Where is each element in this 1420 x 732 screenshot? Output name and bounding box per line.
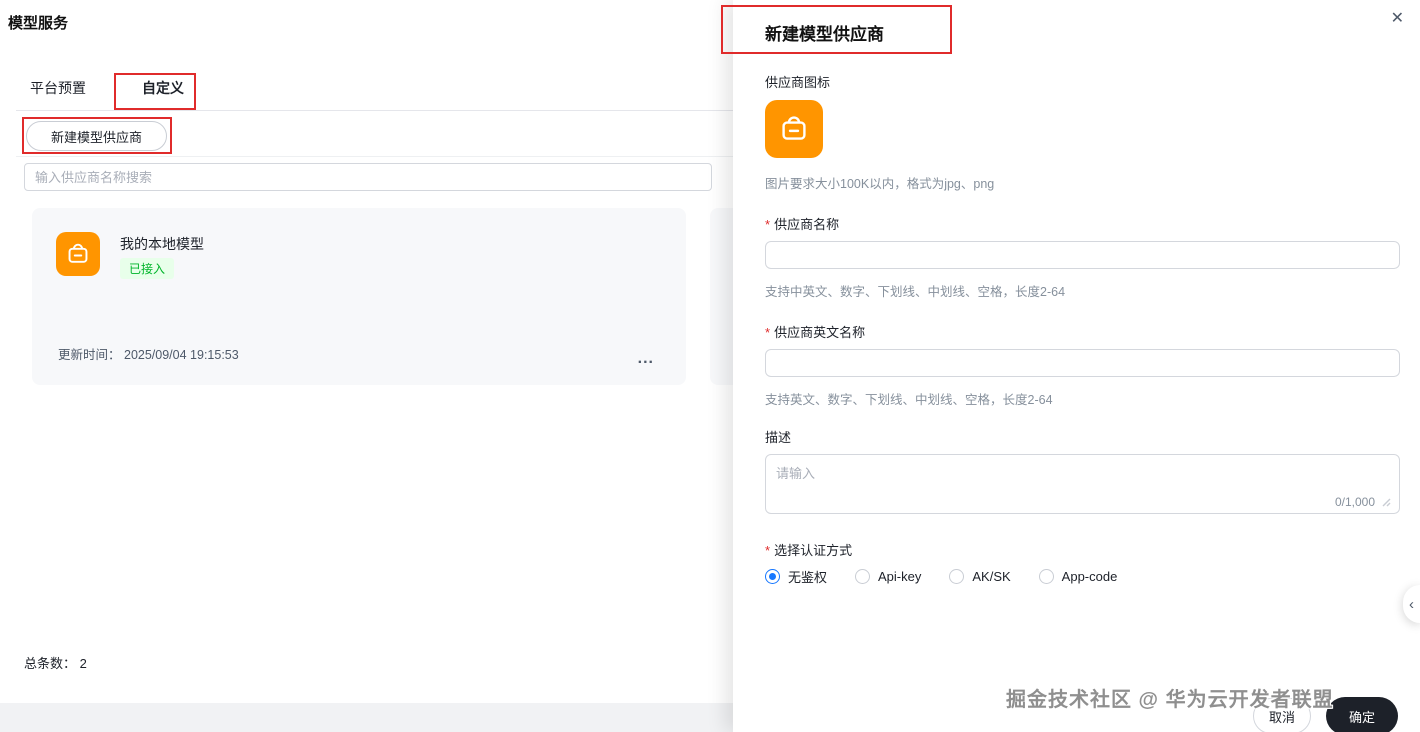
radio-circle-icon (855, 569, 871, 584)
search-input[interactable] (24, 163, 712, 191)
radio-ak-sk[interactable]: AK/SK (949, 569, 1011, 584)
radio-app-code[interactable]: App-code (1038, 569, 1118, 584)
radio-circle-icon (949, 569, 965, 584)
status-badge: 已接入 (120, 258, 175, 279)
radio-circle-icon (1038, 569, 1054, 584)
resize-handle-icon[interactable] (1381, 497, 1391, 507)
chevron-left-icon: ‹ (1409, 595, 1414, 613)
robot-box-icon (782, 116, 806, 140)
create-provider-drawer: 新建模型供应商 ✕ 供应商图标 图片要求大小100K以内，格式为jpg、png … (733, 0, 1420, 732)
char-counter: 0/1,000 (1334, 495, 1375, 509)
radio-circle-icon (765, 569, 780, 584)
confirm-button[interactable]: 确定 (1326, 697, 1398, 732)
provider-icon (56, 232, 100, 276)
tab-custom[interactable]: 自定义 (142, 78, 184, 112)
radio-label: App-code (1061, 569, 1118, 584)
radio-label: AK/SK (972, 569, 1011, 584)
auth-radio-group: 无鉴权 Api-key AK/SK App-code (765, 567, 1117, 586)
provider-card[interactable]: 我的本地模型 已接入 更新时间： 2025/09/04 19:15:53 ... (32, 208, 686, 385)
create-provider-button[interactable]: 新建模型供应商 (26, 121, 167, 151)
close-icon[interactable]: ✕ (1391, 11, 1404, 27)
page-title: 模型服务 (8, 15, 69, 32)
en-name-field-hint: 支持英文、数字、下划线、中划线、空格，长度2-64 (765, 393, 1053, 407)
total-count: 总条数： 2 (24, 653, 87, 672)
auth-field-label: * 选择认证方式 (765, 540, 852, 559)
icon-section-label: 供应商图标 (765, 75, 831, 90)
watermark: 掘金技术社区 @ 华为云开发者联盟 (1006, 689, 1334, 711)
auth-label-text: 选择认证方式 (774, 543, 853, 558)
tab-platform-preset[interactable]: 平台预置 (30, 78, 86, 112)
radio-api-key[interactable]: Api-key (855, 569, 921, 584)
provider-en-name-input[interactable] (765, 349, 1400, 377)
more-actions-icon[interactable]: ... (638, 351, 654, 367)
toolbar-divider (16, 156, 733, 157)
required-mark: * (765, 217, 771, 232)
updated-label: 更新时间： (58, 348, 121, 362)
description-box: 0/1,000 (765, 454, 1400, 514)
tab-bar: 平台预置 自定义 (30, 78, 184, 112)
name-field-hint: 支持中英文、数字、下划线、中划线、空格，长度2-64 (765, 285, 1066, 299)
radio-no-auth[interactable]: 无鉴权 (765, 567, 827, 586)
required-mark: * (765, 325, 771, 340)
en-name-label-text: 供应商英文名称 (774, 325, 866, 340)
screen: 模型服务 平台预置 自定义 新建模型供应商 我的本地模型 已接入 更新时间： 2… (0, 0, 1420, 732)
description-label: 描述 (765, 430, 792, 445)
robot-box-icon (68, 243, 88, 263)
icon-hint: 图片要求大小100K以内，格式为jpg、png (765, 177, 995, 191)
total-label: 总条数： (24, 656, 77, 671)
description-textarea[interactable] (766, 455, 1399, 491)
name-label-text: 供应商名称 (774, 217, 840, 232)
drawer-title: 新建模型供应商 (765, 25, 884, 44)
card-updated-time: 更新时间： 2025/09/04 19:15:53 (58, 344, 239, 363)
total-value: 2 (79, 656, 87, 671)
required-mark: * (765, 543, 771, 558)
footer-band (0, 703, 733, 732)
textarea-footer: 0/1,000 (1335, 495, 1391, 509)
en-name-field-label: * 供应商英文名称 (765, 322, 865, 341)
radio-label: 无鉴权 (788, 570, 828, 585)
name-field-label: * 供应商名称 (765, 214, 839, 233)
provider-name-input[interactable] (765, 241, 1400, 269)
provider-card-title: 我的本地模型 (120, 236, 204, 252)
provider-icon-upload[interactable] (765, 100, 823, 158)
updated-value: 2025/09/04 19:15:53 (124, 348, 239, 362)
radio-label: Api-key (878, 569, 922, 584)
